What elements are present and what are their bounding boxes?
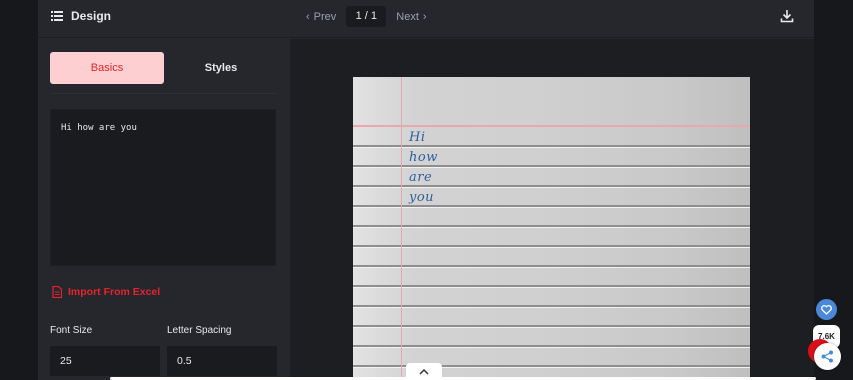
handwriting-line: Hi: [409, 130, 426, 145]
share-icon: [821, 350, 833, 363]
page-indicator: 1 / 1: [346, 6, 387, 27]
ruled-line: [353, 265, 750, 267]
margin-line-horizontal: [353, 125, 750, 127]
font-size-label: Font Size: [50, 325, 93, 336]
import-excel-button[interactable]: Import From Excel: [52, 286, 160, 298]
ruled-line: [353, 205, 750, 207]
tab-styles[interactable]: Styles: [164, 52, 278, 84]
pagination: ‹ Prev 1 / 1 Next ›: [306, 6, 427, 27]
text-input[interactable]: Hi how are you: [50, 109, 276, 266]
file-icon: [52, 286, 62, 298]
tab-basics[interactable]: Basics: [50, 52, 164, 84]
margin-line-vertical: [401, 77, 402, 380]
chevron-left-icon: ‹: [306, 10, 310, 23]
handwriting-line: how: [409, 150, 438, 165]
ruled-line: [353, 225, 750, 227]
app-window: Design ‹ Prev 1 / 1 Next › Basics Styles…: [38, 0, 814, 380]
ruled-line: [353, 305, 750, 307]
design-title: Design: [71, 9, 112, 23]
prev-label: Prev: [313, 10, 337, 23]
import-label: Import From Excel: [68, 286, 161, 298]
preview-area: Hi how are you: [290, 39, 814, 380]
list-icon: [51, 11, 63, 21]
handwriting-line: are: [409, 170, 433, 185]
letter-spacing-label: Letter Spacing: [167, 325, 232, 336]
design-menu[interactable]: Design: [51, 9, 111, 23]
ruled-line: [353, 185, 750, 187]
settings-panel: Basics Styles Hi how are you Import From…: [38, 39, 290, 380]
tab-bar: Basics Styles: [50, 52, 278, 84]
ruled-line: [353, 285, 750, 287]
ruled-line: [353, 165, 750, 167]
download-icon[interactable]: [780, 9, 794, 23]
heart-icon: [821, 304, 832, 315]
favorite-button[interactable]: [816, 299, 837, 320]
ruled-line: [353, 245, 750, 247]
next-label: Next: [396, 10, 419, 23]
tab-divider: [50, 93, 278, 94]
share-button[interactable]: [814, 343, 841, 370]
chevron-right-icon: ›: [422, 10, 427, 23]
ruled-line: [353, 145, 750, 147]
ruled-line: [353, 325, 750, 327]
handwriting-line: you: [409, 190, 435, 205]
chevron-up-icon: [419, 368, 429, 375]
letter-spacing-input[interactable]: 0.5: [167, 346, 277, 376]
font-size-input[interactable]: 25: [50, 346, 160, 376]
top-bar: Design ‹ Prev 1 / 1 Next ›: [38, 0, 814, 38]
ruled-line: [353, 345, 750, 347]
prev-button[interactable]: ‹ Prev: [306, 11, 336, 23]
lined-paper: Hi how are you: [353, 77, 750, 380]
next-button[interactable]: Next ›: [396, 11, 426, 23]
